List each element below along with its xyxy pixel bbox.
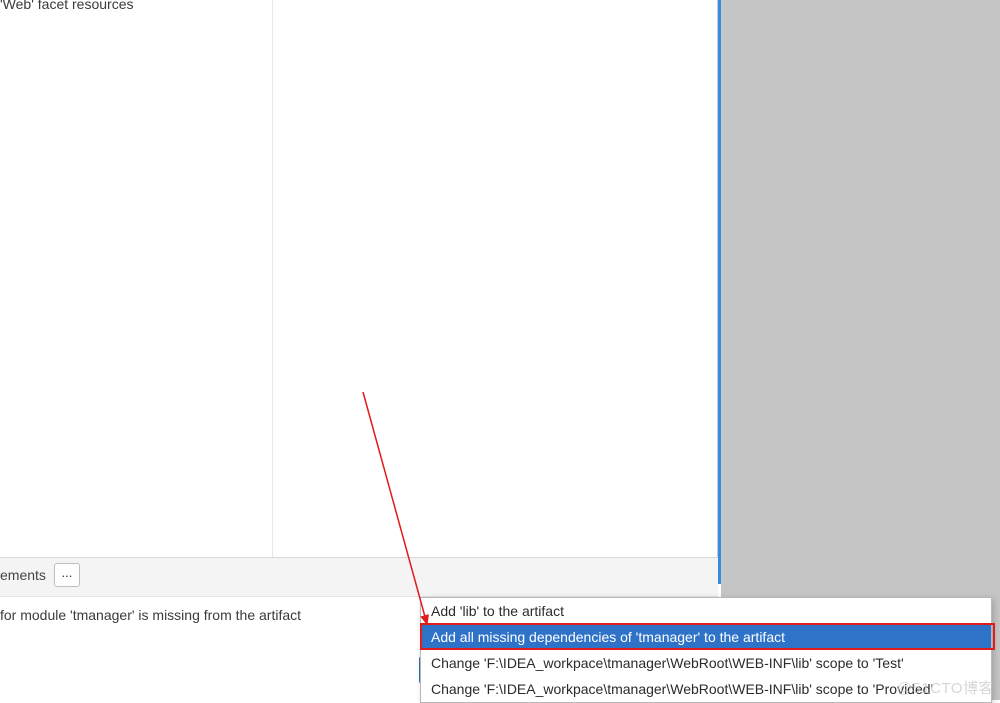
main-content-area (0, 0, 718, 557)
right-side-panel (721, 0, 1000, 700)
elements-row: ements ... (0, 558, 718, 592)
menu-item-scope-test[interactable]: Change 'F:\IDEA_workpace\tmanager\WebRoo… (421, 650, 991, 676)
header-fragment: 'Web' facet resources (0, 0, 133, 12)
elements-label: ements (0, 567, 46, 583)
watermark-text: @51CTO博客 (897, 677, 994, 698)
menu-item-add-lib[interactable]: Add 'lib' to the artifact (421, 598, 991, 624)
vertical-divider (272, 0, 273, 557)
menu-item-add-all-missing[interactable]: Add all missing dependencies of 'tmanage… (421, 624, 991, 650)
more-elements-button[interactable]: ... (54, 563, 80, 587)
